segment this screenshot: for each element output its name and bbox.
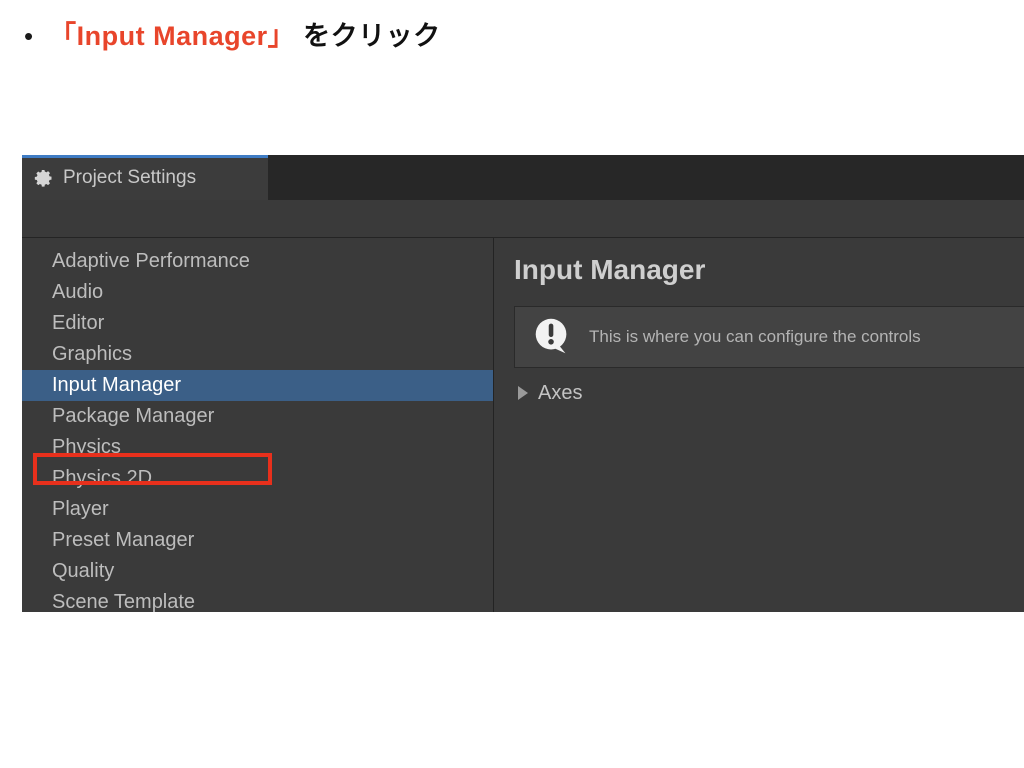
- settings-category-list[interactable]: Adaptive Performance Audio Editor Graphi…: [22, 238, 494, 612]
- sidebar-item-audio[interactable]: Audio: [22, 277, 493, 308]
- sidebar-item-physics[interactable]: Physics: [22, 432, 493, 463]
- input-manager-detail-panel: Input Manager This is where you can conf…: [494, 238, 1024, 612]
- sidebar-item-package-manager[interactable]: Package Manager: [22, 401, 493, 432]
- sidebar-item-scene-template[interactable]: Scene Template: [22, 587, 493, 612]
- window-body: Adaptive Performance Audio Editor Graphi…: [22, 238, 1024, 612]
- axes-foldout[interactable]: Axes: [514, 380, 1024, 406]
- tab-label: Project Settings: [63, 166, 197, 188]
- triangle-right-icon[interactable]: [518, 386, 528, 400]
- sidebar-item-input-manager[interactable]: Input Manager: [22, 370, 493, 401]
- gear-icon: [34, 169, 52, 187]
- window-tab-strip: Project Settings: [22, 155, 1024, 200]
- bullet-highlight-text: 「Input Manager」: [49, 21, 296, 51]
- tab-project-settings[interactable]: Project Settings: [22, 155, 268, 200]
- sidebar-item-physics-2d[interactable]: Physics 2D: [22, 463, 493, 494]
- project-settings-window: Project Settings Adaptive Performance Au…: [22, 155, 1024, 612]
- sidebar-item-player[interactable]: Player: [22, 494, 493, 525]
- help-info-text: This is where you can configure the cont…: [589, 327, 921, 346]
- bullet-text: 「Input Manager」 をクリック: [49, 14, 441, 53]
- tab-active-accent-bar: [22, 155, 268, 158]
- page-title: Input Manager: [514, 254, 706, 285]
- sidebar-item-adaptive-performance[interactable]: Adaptive Performance: [22, 246, 493, 277]
- bullet-marker: •: [24, 21, 34, 51]
- sidebar-item-graphics[interactable]: Graphics: [22, 339, 493, 370]
- axes-foldout-label: Axes: [538, 381, 583, 404]
- slide-bullet-line: • 「Input Manager」 をクリック: [24, 14, 441, 53]
- bullet-suffix-text: をクリック: [295, 21, 441, 51]
- help-info-box: This is where you can configure the cont…: [514, 306, 1024, 368]
- sidebar-item-editor[interactable]: Editor: [22, 308, 493, 339]
- info-exclamation-icon: [535, 318, 567, 354]
- window-toolbar: [22, 200, 1024, 238]
- sidebar-item-quality[interactable]: Quality: [22, 556, 493, 587]
- sidebar-item-preset-manager[interactable]: Preset Manager: [22, 525, 493, 556]
